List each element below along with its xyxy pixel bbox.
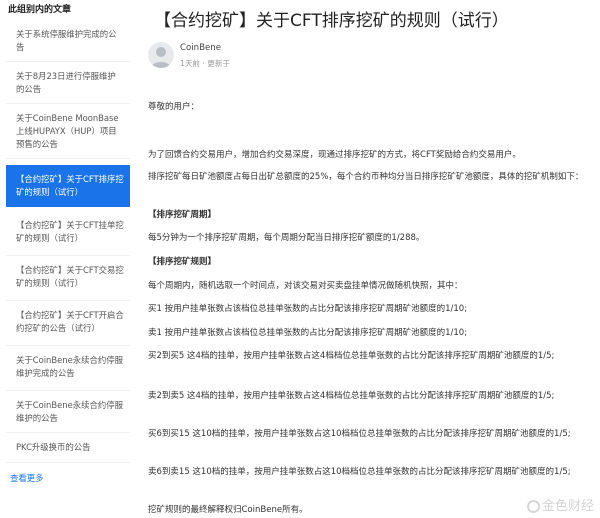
article-main: 【合约挖矿】关于CFT排序挖矿的规则（试行） CoinBene 1天前 · 更新…	[140, 0, 600, 518]
sidebar-item[interactable]: 关于CoinBene MoonBase上线HUPAYX（HUP）项目预售的公告	[6, 104, 130, 159]
sidebar-item[interactable]: 关于CoinBene永续合约停服维护的公告	[6, 391, 130, 433]
sidebar-item[interactable]: 【合约挖矿】关于CFT交易挖矿的规则（试行）	[6, 256, 130, 301]
sidebar-item[interactable]: PKC升级换币的公告	[6, 433, 130, 463]
sidebar-item[interactable]: 关于CoinBene永续合约停服维护完成的公告	[6, 346, 130, 391]
rule-item: 卖1 按用户挂单张数占该档位总挂单张数的占比分配该排序挖矿周期矿池额度的1/10…	[148, 328, 468, 338]
sidebar-item[interactable]: 关于8月23日进行停服维护的公告	[6, 62, 130, 104]
paragraph: 排序挖矿每日矿池额度占每日出矿总额度的25%，每个合约币种均分当日排序挖矿矿池额…	[148, 172, 584, 182]
rule-item: 买2到买5 这4档的挂单，按用户挂单张数占这4档档位总挂单张数的占比分配该排序挖…	[148, 351, 555, 361]
sidebar-item[interactable]: 【合约挖矿】关于CFT开启合约挖矿的公告（试行）	[6, 301, 130, 346]
watermark-text: 金色财经	[541, 499, 594, 514]
see-more-link[interactable]: 查看更多	[10, 472, 44, 484]
sidebar-title: 此组别内的文章	[8, 5, 72, 15]
watermark-logo-icon	[526, 500, 540, 513]
rule-item: 买1 按用户挂单张数占该档位总挂单张数的占比分配该排序挖矿周期矿池额度的1/10…	[148, 304, 468, 314]
article-title: 【合约挖矿】关于CFT排序挖矿的规则（试行）	[154, 11, 509, 31]
sidebar-item[interactable]: 关于系统停服维护完成的公告	[6, 20, 130, 62]
rule-item: 卖6到卖15 这10档的挂单，按用户挂单张数占这10档档位总挂单张数的占比分配该…	[148, 467, 571, 477]
section-heading: 【排序挖矿周期】	[148, 210, 217, 220]
rule-item: 卖2到卖5 这4档的挂单，按用户挂单张数占这4档档位总挂单张数的占比分配该排序挖…	[148, 391, 555, 401]
paragraph: 为了回馈合约交易用户，增加合约交易深度，现通过排序挖矿的方式，将CFT奖励给合约…	[148, 150, 521, 160]
watermark: 金色财经	[526, 495, 594, 514]
article-meta: 1天前 · 更新于	[180, 59, 231, 68]
sidebar-item-active[interactable]: 【合约挖矿】关于CFT排序挖矿的规则（试行）	[6, 165, 130, 207]
sidebar-list: 关于系统停服维护完成的公告 关于8月23日进行停服维护的公告 关于CoinBen…	[0, 20, 132, 463]
paragraph: 每5分钟为一个排序挖矿周期，每个周期分配当日排序挖矿额度的1/288。	[148, 233, 425, 243]
user-avatar-icon[interactable]	[148, 42, 174, 68]
sidebar: 此组别内的文章 关于系统停服维护完成的公告 关于8月23日进行停服维护的公告 关…	[0, 0, 132, 518]
rule-item: 买6到买15 这10档的挂单，按用户挂单张数占这10档档位总挂单张数的占比分配该…	[148, 429, 571, 439]
section-heading: 【排序挖矿规则】	[148, 257, 217, 267]
sidebar-item[interactable]: 【合约挖矿】关于CFT挂单挖矿的规则（试行）	[6, 211, 130, 256]
greeting-text: 尊敬的用户：	[148, 102, 200, 112]
author-name[interactable]: CoinBene	[180, 43, 221, 53]
paragraph: 每个周期内，随机选取一个时间点，对该交易对买卖盘挂单情况做随机快照，其中：	[148, 281, 463, 291]
